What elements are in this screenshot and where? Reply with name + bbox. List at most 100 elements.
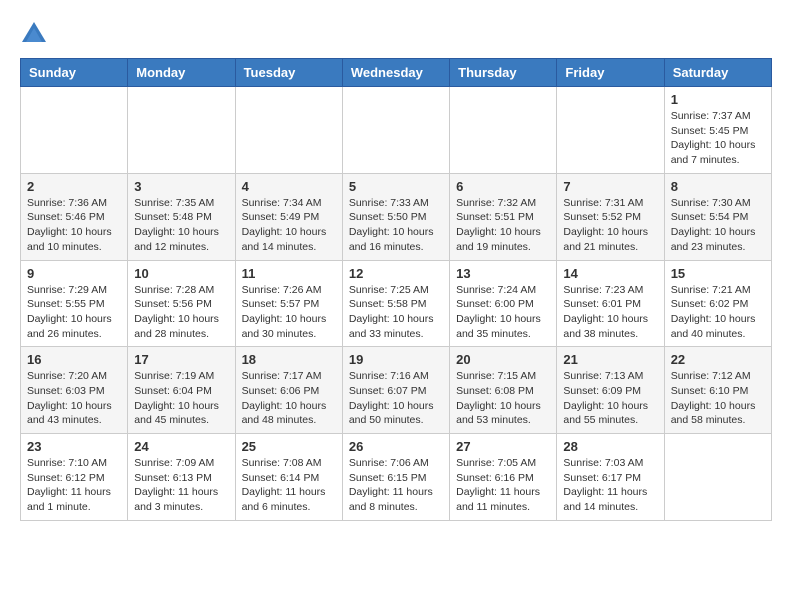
day-info: Sunrise: 7:06 AM Sunset: 6:15 PM Dayligh… — [349, 456, 443, 515]
calendar-cell — [235, 87, 342, 174]
calendar-cell: 8 Sunrise: 7:30 AM Sunset: 5:54 PM Daylig… — [664, 173, 771, 260]
calendar-cell: 22 Sunrise: 7:12 AM Sunset: 6:10 PM Dayli… — [664, 347, 771, 434]
calendar-cell: 16 Sunrise: 7:20 AM Sunset: 6:03 PM Dayli… — [21, 347, 128, 434]
calendar-cell: 25 Sunrise: 7:08 AM Sunset: 6:14 PM Dayli… — [235, 434, 342, 521]
day-number: 8 — [671, 179, 765, 194]
calendar-cell: 1 Sunrise: 7:37 AM Sunset: 5:45 PM Daylig… — [664, 87, 771, 174]
day-info: Sunrise: 7:31 AM Sunset: 5:52 PM Dayligh… — [563, 196, 657, 255]
day-info: Sunrise: 7:28 AM Sunset: 5:56 PM Dayligh… — [134, 283, 228, 342]
day-number: 6 — [456, 179, 550, 194]
calendar-week-row: 16 Sunrise: 7:20 AM Sunset: 6:03 PM Dayli… — [21, 347, 772, 434]
calendar-week-row: 2 Sunrise: 7:36 AM Sunset: 5:46 PM Daylig… — [21, 173, 772, 260]
day-number: 16 — [27, 352, 121, 367]
column-header-saturday: Saturday — [664, 59, 771, 87]
day-info: Sunrise: 7:35 AM Sunset: 5:48 PM Dayligh… — [134, 196, 228, 255]
calendar-cell: 11 Sunrise: 7:26 AM Sunset: 5:57 PM Dayli… — [235, 260, 342, 347]
calendar-week-row: 23 Sunrise: 7:10 AM Sunset: 6:12 PM Dayli… — [21, 434, 772, 521]
day-number: 21 — [563, 352, 657, 367]
day-info: Sunrise: 7:25 AM Sunset: 5:58 PM Dayligh… — [349, 283, 443, 342]
day-info: Sunrise: 7:23 AM Sunset: 6:01 PM Dayligh… — [563, 283, 657, 342]
calendar-cell — [342, 87, 449, 174]
calendar-week-row: 9 Sunrise: 7:29 AM Sunset: 5:55 PM Daylig… — [21, 260, 772, 347]
column-header-wednesday: Wednesday — [342, 59, 449, 87]
day-info: Sunrise: 7:08 AM Sunset: 6:14 PM Dayligh… — [242, 456, 336, 515]
day-info: Sunrise: 7:30 AM Sunset: 5:54 PM Dayligh… — [671, 196, 765, 255]
day-info: Sunrise: 7:09 AM Sunset: 6:13 PM Dayligh… — [134, 456, 228, 515]
calendar-cell: 9 Sunrise: 7:29 AM Sunset: 5:55 PM Daylig… — [21, 260, 128, 347]
day-number: 18 — [242, 352, 336, 367]
day-number: 4 — [242, 179, 336, 194]
calendar-cell: 5 Sunrise: 7:33 AM Sunset: 5:50 PM Daylig… — [342, 173, 449, 260]
calendar-cell: 23 Sunrise: 7:10 AM Sunset: 6:12 PM Dayli… — [21, 434, 128, 521]
calendar-cell: 28 Sunrise: 7:03 AM Sunset: 6:17 PM Dayli… — [557, 434, 664, 521]
calendar-cell: 26 Sunrise: 7:06 AM Sunset: 6:15 PM Dayli… — [342, 434, 449, 521]
day-number: 20 — [456, 352, 550, 367]
day-info: Sunrise: 7:13 AM Sunset: 6:09 PM Dayligh… — [563, 369, 657, 428]
day-number: 12 — [349, 266, 443, 281]
calendar-cell: 10 Sunrise: 7:28 AM Sunset: 5:56 PM Dayli… — [128, 260, 235, 347]
day-number: 27 — [456, 439, 550, 454]
calendar-cell — [21, 87, 128, 174]
calendar-cell: 24 Sunrise: 7:09 AM Sunset: 6:13 PM Dayli… — [128, 434, 235, 521]
day-number: 9 — [27, 266, 121, 281]
day-info: Sunrise: 7:34 AM Sunset: 5:49 PM Dayligh… — [242, 196, 336, 255]
day-number: 3 — [134, 179, 228, 194]
calendar-cell — [128, 87, 235, 174]
day-number: 17 — [134, 352, 228, 367]
calendar-cell: 4 Sunrise: 7:34 AM Sunset: 5:49 PM Daylig… — [235, 173, 342, 260]
day-info: Sunrise: 7:37 AM Sunset: 5:45 PM Dayligh… — [671, 109, 765, 168]
day-number: 1 — [671, 92, 765, 107]
day-number: 26 — [349, 439, 443, 454]
calendar-cell: 13 Sunrise: 7:24 AM Sunset: 6:00 PM Dayli… — [450, 260, 557, 347]
day-number: 2 — [27, 179, 121, 194]
calendar-cell: 14Sunrise: 7:23 AM Sunset: 6:01 PM Dayli… — [557, 260, 664, 347]
calendar-cell: 20 Sunrise: 7:15 AM Sunset: 6:08 PM Dayli… — [450, 347, 557, 434]
calendar-cell — [664, 434, 771, 521]
calendar-cell: 12 Sunrise: 7:25 AM Sunset: 5:58 PM Dayli… — [342, 260, 449, 347]
calendar-cell: 19 Sunrise: 7:16 AM Sunset: 6:07 PM Dayli… — [342, 347, 449, 434]
day-info: Sunrise: 7:21 AM Sunset: 6:02 PM Dayligh… — [671, 283, 765, 342]
day-number: 25 — [242, 439, 336, 454]
day-info: Sunrise: 7:03 AM Sunset: 6:17 PM Dayligh… — [563, 456, 657, 515]
day-number: 19 — [349, 352, 443, 367]
day-number: 23 — [27, 439, 121, 454]
day-info: Sunrise: 7:16 AM Sunset: 6:07 PM Dayligh… — [349, 369, 443, 428]
calendar-cell: 27Sunrise: 7:05 AM Sunset: 6:16 PM Dayli… — [450, 434, 557, 521]
day-number: 10 — [134, 266, 228, 281]
calendar-cell: 3 Sunrise: 7:35 AM Sunset: 5:48 PM Daylig… — [128, 173, 235, 260]
page-header — [20, 20, 772, 48]
day-number: 7 — [563, 179, 657, 194]
day-number: 24 — [134, 439, 228, 454]
day-info: Sunrise: 7:26 AM Sunset: 5:57 PM Dayligh… — [242, 283, 336, 342]
day-number: 28 — [563, 439, 657, 454]
calendar-cell: 6Sunrise: 7:32 AM Sunset: 5:51 PM Daylig… — [450, 173, 557, 260]
day-info: Sunrise: 7:15 AM Sunset: 6:08 PM Dayligh… — [456, 369, 550, 428]
calendar-cell — [450, 87, 557, 174]
day-number: 22 — [671, 352, 765, 367]
calendar-cell: 7 Sunrise: 7:31 AM Sunset: 5:52 PM Daylig… — [557, 173, 664, 260]
calendar-cell: 18 Sunrise: 7:17 AM Sunset: 6:06 PM Dayli… — [235, 347, 342, 434]
day-info: Sunrise: 7:33 AM Sunset: 5:50 PM Dayligh… — [349, 196, 443, 255]
day-number: 13 — [456, 266, 550, 281]
logo-icon — [20, 20, 48, 48]
column-header-tuesday: Tuesday — [235, 59, 342, 87]
column-header-friday: Friday — [557, 59, 664, 87]
calendar-table: SundayMondayTuesdayWednesdayThursdayFrid… — [20, 58, 772, 521]
column-header-monday: Monday — [128, 59, 235, 87]
day-info: Sunrise: 7:24 AM Sunset: 6:00 PM Dayligh… — [456, 283, 550, 342]
calendar-header-row: SundayMondayTuesdayWednesdayThursdayFrid… — [21, 59, 772, 87]
day-info: Sunrise: 7:20 AM Sunset: 6:03 PM Dayligh… — [27, 369, 121, 428]
calendar-cell: 15 Sunrise: 7:21 AM Sunset: 6:02 PM Dayli… — [664, 260, 771, 347]
day-info: Sunrise: 7:17 AM Sunset: 6:06 PM Dayligh… — [242, 369, 336, 428]
day-info: Sunrise: 7:36 AM Sunset: 5:46 PM Dayligh… — [27, 196, 121, 255]
day-number: 11 — [242, 266, 336, 281]
day-number: 15 — [671, 266, 765, 281]
calendar-cell: 17Sunrise: 7:19 AM Sunset: 6:04 PM Dayli… — [128, 347, 235, 434]
calendar-cell — [557, 87, 664, 174]
logo — [20, 20, 52, 48]
day-number: 5 — [349, 179, 443, 194]
day-info: Sunrise: 7:10 AM Sunset: 6:12 PM Dayligh… — [27, 456, 121, 515]
day-info: Sunrise: 7:29 AM Sunset: 5:55 PM Dayligh… — [27, 283, 121, 342]
day-info: Sunrise: 7:12 AM Sunset: 6:10 PM Dayligh… — [671, 369, 765, 428]
column-header-thursday: Thursday — [450, 59, 557, 87]
